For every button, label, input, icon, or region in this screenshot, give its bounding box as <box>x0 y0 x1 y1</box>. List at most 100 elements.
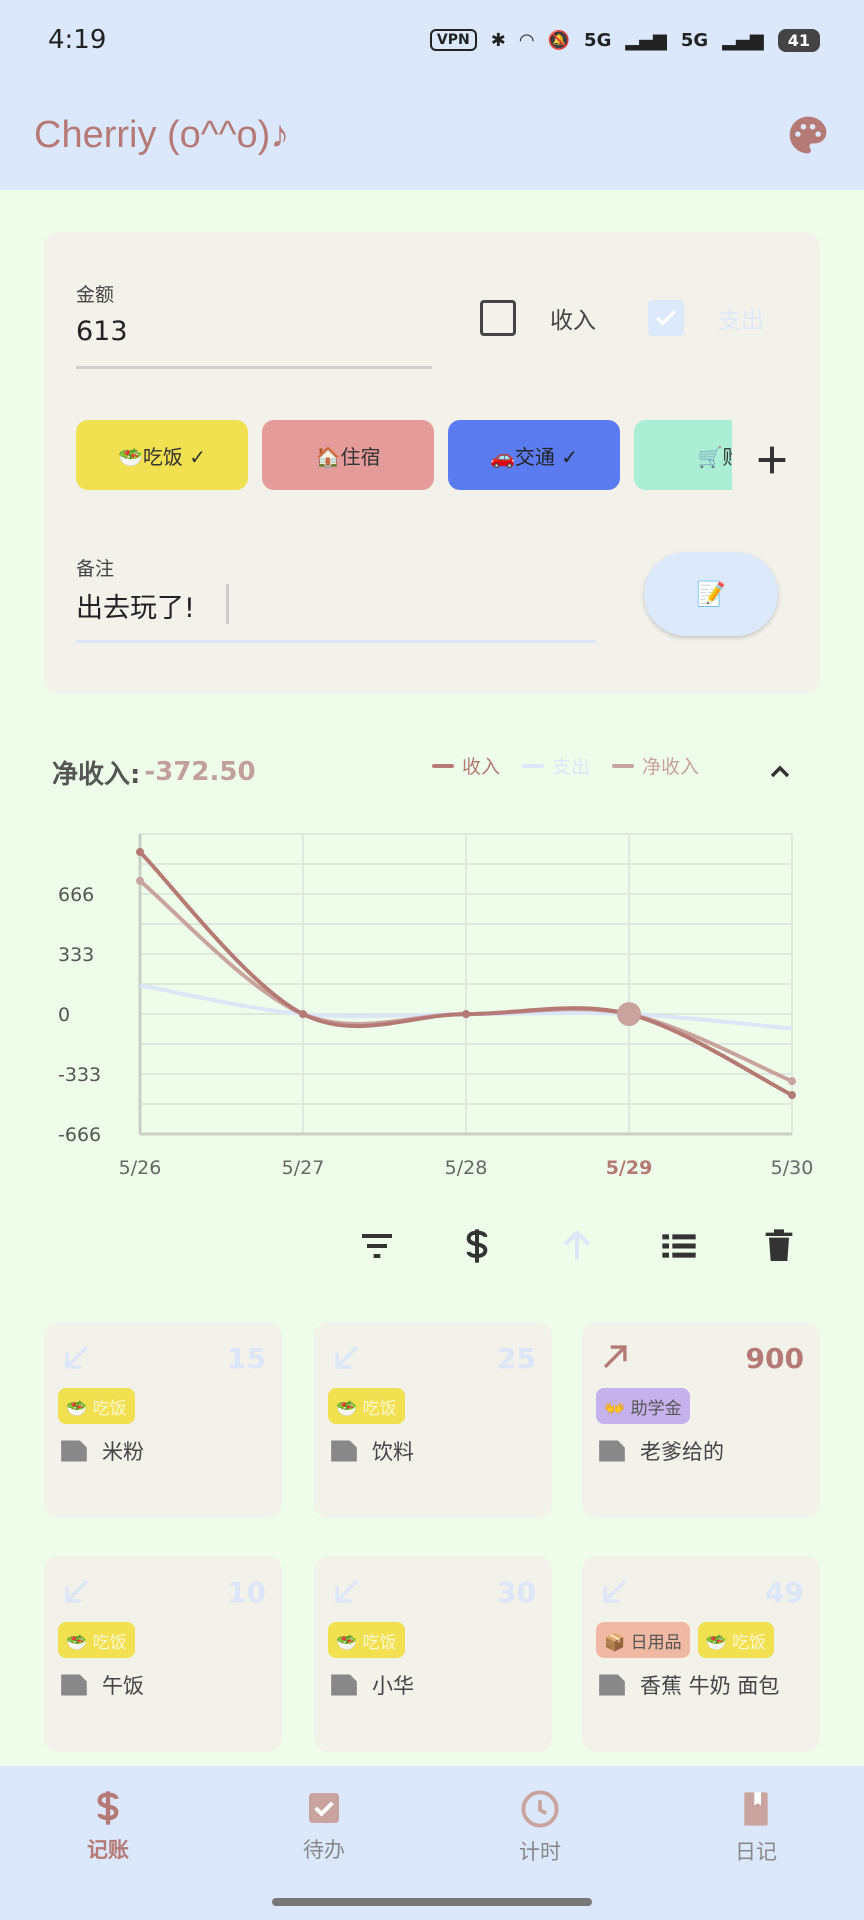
legend-item-income[interactable]: 收入 <box>432 752 500 779</box>
arrow-down-left-icon <box>603 1579 627 1603</box>
legend-label: 支出 <box>552 756 591 778</box>
note-text: 老爹给的 <box>640 1440 724 1464</box>
nav-label: 日记 <box>735 1840 777 1864</box>
check-icon <box>656 310 676 326</box>
nav-item-diary[interactable]: 日记 <box>696 1788 816 1866</box>
data-point <box>136 848 144 857</box>
expense-option[interactable]: 支出 <box>648 300 764 336</box>
legend-item-expense[interactable]: 支出 <box>522 752 590 779</box>
highlight-marker <box>617 1002 641 1027</box>
category-chip-lodging[interactable]: 🏠住宿 <box>262 420 434 490</box>
note-icon <box>61 1674 87 1696</box>
data-point <box>788 1091 796 1100</box>
transaction-amount: 900 <box>745 1342 804 1375</box>
category-tag: 🥗 吃饭 <box>328 1622 405 1658</box>
arrow-up-right-icon <box>603 1345 627 1369</box>
checkbox-icon <box>309 1793 339 1823</box>
clock-icon <box>521 1790 559 1828</box>
nav-label: 计时 <box>519 1840 561 1864</box>
plus-icon[interactable] <box>752 440 792 480</box>
note-icon <box>61 1440 87 1462</box>
nav-item-todo[interactable]: 待办 <box>264 1788 384 1864</box>
line-chart: 666 333 0 -333 -666 5/26 5/27 5/28 5/29 5/30 <box>40 820 824 1180</box>
category-chip-eat[interactable]: 🥗吃饭 ✓ <box>76 420 248 490</box>
x-tick-label: 5/27 <box>282 1157 325 1179</box>
transaction-card[interactable]: 49 📦 日用品 🥗 吃饭 香蕉 牛奶 面包 <box>582 1556 820 1752</box>
net-income-value: -372.50 <box>144 757 256 787</box>
transaction-card[interactable]: 900 👐 助学金老爹给的 <box>582 1322 820 1518</box>
category-tag: 🥗 吃饭 <box>58 1622 135 1658</box>
income-option[interactable]: 收入 <box>480 300 596 336</box>
dollar-icon[interactable] <box>452 1221 502 1271</box>
nav-label: 待办 <box>303 1838 345 1862</box>
nav-item-accounting[interactable]: 记账 <box>48 1788 168 1864</box>
legend-swatch <box>432 763 454 768</box>
category-chip-list: 🥗吃饭 ✓ 🏠住宿 🚗交通 ✓ 🛒购 <box>76 420 732 494</box>
category-chip-transport[interactable]: 🚗交通 ✓ <box>448 420 620 490</box>
tag-list: 🥗 吃饭 <box>328 1388 405 1424</box>
signal-2-label: 5G <box>680 29 709 51</box>
note-input[interactable]: 出去玩了! <box>76 586 195 625</box>
legend-item-net[interactable]: 净收入 <box>612 752 699 779</box>
text-cursor <box>226 584 229 624</box>
data-point <box>299 1010 307 1019</box>
legend-label: 收入 <box>462 756 501 778</box>
transaction-note: 午饭 <box>60 1670 144 1700</box>
transaction-card[interactable]: 10 🥗 吃饭 午饭 <box>44 1556 282 1752</box>
note-icon <box>331 1674 357 1696</box>
tag-list: 👐 助学金 <box>596 1388 690 1424</box>
bluetooth-icon: ✱ <box>490 29 506 51</box>
mute-icon: 🔕 <box>547 29 571 51</box>
note-text: 米粉 <box>102 1440 144 1464</box>
chevron-up-icon[interactable] <box>764 756 796 788</box>
palette-icon[interactable] <box>786 113 830 157</box>
dollar-icon <box>97 1791 119 1825</box>
amount-input[interactable]: 613 <box>76 316 128 347</box>
transaction-amount: 25 <box>497 1342 536 1375</box>
expense-checkbox[interactable] <box>648 300 684 336</box>
data-point <box>136 876 144 885</box>
tag-list: 📦 日用品 🥗 吃饭 <box>596 1622 775 1658</box>
legend-swatch <box>522 763 545 768</box>
status-time: 4:19 <box>48 25 107 55</box>
tag-list: 🥗 吃饭 <box>58 1622 135 1658</box>
category-tag: 🥗 吃饭 <box>328 1388 405 1424</box>
transaction-note: 香蕉 牛奶 面包 <box>598 1670 779 1700</box>
transaction-card[interactable]: 15 🥗 吃饭 米粉 <box>44 1322 282 1518</box>
note-text: 香蕉 牛奶 面包 <box>640 1674 780 1698</box>
book-icon <box>744 1792 768 1826</box>
signal-1-label: 5G <box>584 29 612 51</box>
income-checkbox[interactable] <box>480 300 516 336</box>
note-icon <box>599 1674 625 1696</box>
x-tick-label: 5/26 <box>119 1157 162 1179</box>
delete-icon[interactable] <box>754 1221 804 1271</box>
transaction-card[interactable]: 30 🥗 吃饭 小华 <box>314 1556 552 1752</box>
category-tag: 👐 助学金 <box>596 1388 690 1424</box>
y-tick-label: 0 <box>58 1004 70 1026</box>
arrow-down-left-icon <box>335 1345 359 1369</box>
note-underline <box>76 640 596 643</box>
x-tick-label: 5/28 <box>445 1157 488 1179</box>
expense-label: 支出 <box>718 308 764 334</box>
tag-list: 🥗 吃饭 <box>328 1622 405 1658</box>
nav-item-timer[interactable]: 计时 <box>480 1788 600 1866</box>
note-label: 备注 <box>76 558 115 580</box>
sort-up-icon[interactable] <box>552 1221 602 1271</box>
status-bar: 4:19 VPN ✱ ◠ 🔕 5G ▂▄▆ 5G ▂▄▆ 41 <box>0 0 864 80</box>
signal-icon: ▂▄▆ <box>625 29 667 51</box>
list-icon[interactable] <box>654 1221 704 1271</box>
category-chip-shopping[interactable]: 🛒购 <box>634 420 732 490</box>
category-tag: 📦 日用品 <box>596 1622 690 1658</box>
transaction-card[interactable]: 25 🥗 吃饭 饮料 <box>314 1322 552 1518</box>
transaction-note: 米粉 <box>60 1436 144 1466</box>
note-icon <box>599 1440 625 1462</box>
bottom-nav: 记账 待办 计时 日记 <box>0 1766 864 1920</box>
filter-icon[interactable] <box>352 1221 402 1271</box>
home-indicator[interactable] <box>272 1898 592 1906</box>
net-income-summary: 净收入: -372.50 收入 支出 净收入 <box>52 752 804 792</box>
app-title: Cherriy (o^^o)♪ <box>34 113 290 156</box>
save-note-button[interactable]: 📝 <box>644 552 778 636</box>
wifi-icon: ◠ <box>519 29 534 51</box>
y-tick-label: -333 <box>58 1064 101 1086</box>
tag-list: 🥗 吃饭 <box>58 1388 135 1424</box>
